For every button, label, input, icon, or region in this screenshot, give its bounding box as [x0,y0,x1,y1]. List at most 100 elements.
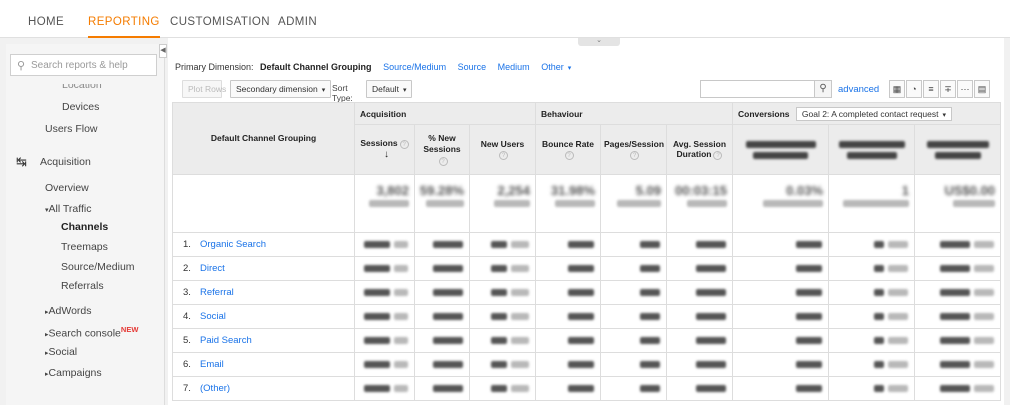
collapse-sidebar-button[interactable]: ◀ [159,44,167,58]
help-icon[interactable]: ? [438,156,448,166]
table-view-icon[interactable]: ▦ [889,80,905,98]
search-input[interactable] [31,57,155,73]
column-header-channel[interactable]: Default Channel Grouping [172,102,355,175]
column-header-value[interactable] [914,124,1002,175]
channel-link[interactable]: Direct [200,263,225,274]
blurred-value [511,312,530,320]
sidebar-item-campaigns[interactable]: ▸Campaigns [45,367,102,379]
dimension-link-source[interactable]: Source [458,62,487,72]
channel-link[interactable]: Referral [200,287,234,298]
sidebar-item-all-traffic[interactable]: ▾All Traffic [45,203,92,215]
column-header-new-users[interactable]: New Users? [468,124,537,175]
group-header-acquisition: Acquisition [353,102,537,125]
column-header-sessions[interactable]: Sessions ?↓ [354,124,415,175]
blurred-value [940,360,971,368]
table-search-button[interactable]: ⚲ [814,80,832,98]
column-header-completions[interactable] [828,124,916,175]
metric-cell [535,328,602,353]
sidebar-item-adwords[interactable]: ▸AdWords [45,305,92,317]
help-icon[interactable]: ? [499,151,508,161]
plot-rows-button[interactable]: Plot Rows [182,80,226,98]
table-search-input[interactable] [700,80,832,98]
dimension-link-other[interactable]: Other ▾ [541,62,571,72]
metric-cell [535,376,602,401]
metric-cell [414,376,470,401]
blurred-value [511,288,530,296]
pivot-view-icon[interactable]: ▤ [974,80,990,98]
blurred-value [394,288,408,296]
blurred-value [568,240,595,248]
channel-link[interactable]: Organic Search [200,239,266,250]
channel-link[interactable]: Paid Search [200,335,252,346]
tab-admin[interactable]: ADMIN [278,0,317,38]
sidebar-item-search-console[interactable]: ▸Search consoleNEW [45,325,138,340]
help-icon[interactable]: ? [399,139,409,149]
pie-view-icon[interactable]: ◔ [906,80,922,98]
sidebar-item-location[interactable]: Location [62,84,102,91]
metric-cell [828,304,916,329]
metric-cell [914,232,1002,257]
dimension-link-source-medium[interactable]: Source/Medium [383,62,446,72]
blurred-value [364,264,390,272]
tab-customisation[interactable]: CUSTOMISATION [170,0,270,38]
blurred-value [364,312,390,320]
expand-panel-button[interactable]: ⌄ [578,37,620,46]
blurred-value [796,360,823,368]
sidebar-item-treemaps[interactable]: Treemaps [61,241,108,253]
blurred-value [394,360,408,368]
sidebar-item-overview[interactable]: Overview [45,182,89,194]
term-cloud-view-icon[interactable]: ⋯ [957,80,973,98]
table-row: 2. Direct [172,256,1002,281]
sidebar-item-source-medium[interactable]: Source/Medium [61,261,135,273]
column-header-pages-session[interactable]: Pages/Session? [600,124,668,175]
secondary-dimension-select[interactable]: Secondary dimension ▾ [230,80,332,98]
help-icon[interactable]: ? [630,151,640,161]
channel-cell: 2. Direct [172,256,355,281]
bar-view-icon[interactable]: ≡ [923,80,939,98]
metric-cell [914,304,1002,329]
column-header-avg-session-duration[interactable]: Avg. Session Duration? [666,124,734,175]
dimension-link-medium[interactable]: Medium [498,62,530,72]
help-icon[interactable]: ? [564,151,574,161]
metric-cell [666,376,734,401]
blurred-value [940,384,971,392]
sidebar-item-devices[interactable]: Devices [62,101,99,113]
blurred-value [511,384,530,392]
sidebar-item-social[interactable]: ▸Social [45,346,77,358]
blurred-value [568,336,595,344]
tab-home[interactable]: HOME [28,0,64,38]
advanced-filter-link[interactable]: advanced [838,84,879,95]
metric-cell [914,352,1002,377]
blurred-value [640,360,661,368]
help-icon[interactable]: ? [713,151,723,161]
blurred-value [433,240,463,248]
row-number: 1. [183,239,191,250]
blurred-value [874,288,885,296]
sidebar-item-channels[interactable]: Channels [61,221,108,233]
blurred-value [888,384,909,392]
sidebar-item-acquisition[interactable]: Acquisition [40,156,91,168]
blurred-value [796,312,823,320]
total-value: US$0.00 [914,174,1002,233]
sort-type-select[interactable]: Default ▾ [366,80,413,98]
sidebar-item-users-flow[interactable]: Users Flow [45,123,98,135]
row-number: 5. [183,335,191,346]
blurred-value [974,288,995,296]
column-header-bounce-rate[interactable]: Bounce Rate? [535,124,602,175]
metric-cell [535,232,602,257]
blurred-value [491,312,508,320]
blurred-value [696,240,727,248]
blurred-value [433,288,463,296]
channel-link[interactable]: Email [200,359,224,370]
sort-desc-icon: ↓ [384,148,389,160]
tab-reporting[interactable]: REPORTING [88,0,160,38]
metric-cell [414,232,470,257]
comparison-view-icon[interactable]: ∓ [940,80,956,98]
channel-link[interactable]: (Other) [200,383,230,394]
blurred-value [696,312,727,320]
goal-select[interactable]: Goal 2: A completed contact request ▾ [795,106,952,121]
channel-link[interactable]: Social [200,311,226,322]
column-header-conversion-rate[interactable] [732,124,830,175]
column-header-pct-new-sessions[interactable]: % New Sessions? [414,124,470,175]
sidebar-item-referrals[interactable]: Referrals [61,280,104,292]
